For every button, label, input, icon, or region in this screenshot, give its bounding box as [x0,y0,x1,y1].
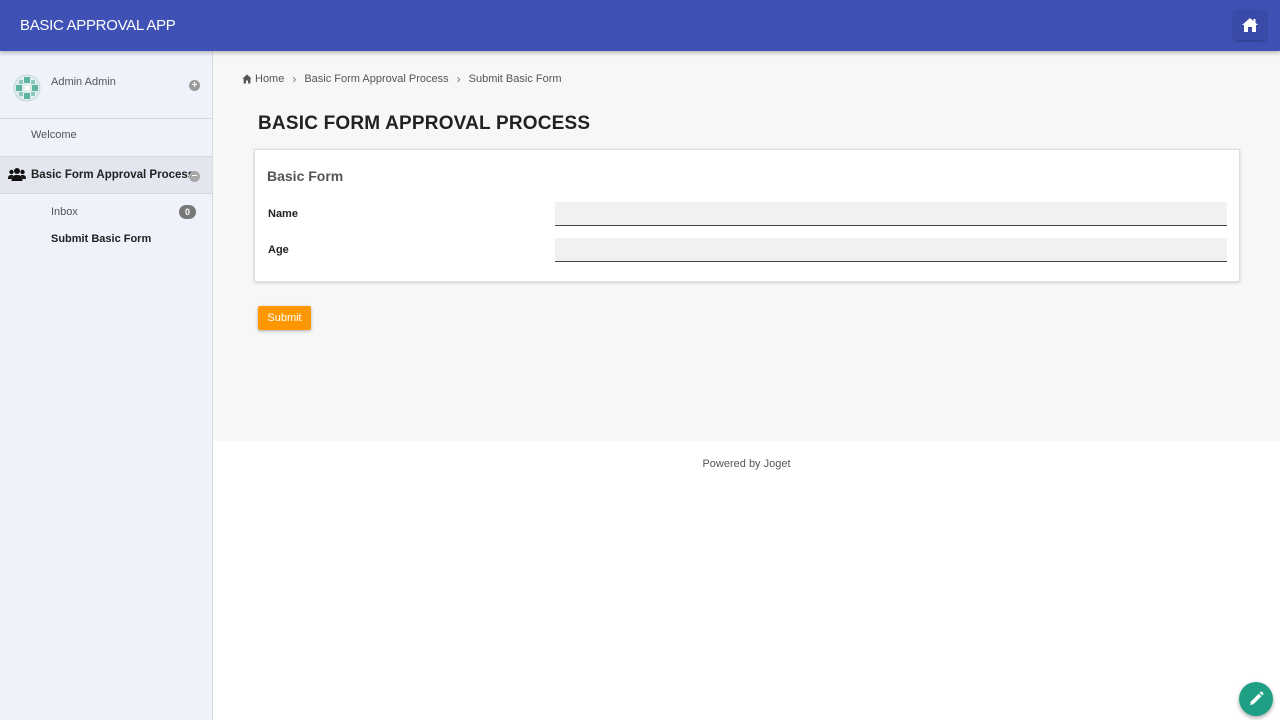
chevron-right-icon: › [456,72,461,86]
home-icon [242,74,252,84]
form-title: Basic Form [267,168,344,184]
avatar[interactable] [13,74,41,102]
breadcrumb-home[interactable]: Home [255,73,284,85]
page-title: BASIC FORM APPROVAL PROCESS [258,113,591,134]
home-button[interactable] [1234,10,1266,40]
sidebar-item-inbox[interactable]: Inbox [51,206,78,218]
edit-button[interactable] [1239,682,1273,716]
sidebar: Admin Admin + Welcome Basic Form Approva… [0,51,213,720]
minus-circle-icon[interactable]: – [189,171,200,182]
name-label: Name [268,208,298,220]
home-icon [1242,18,1258,32]
pencil-icon [1250,691,1264,705]
chevron-right-icon: › [292,72,297,86]
app-title[interactable]: BASIC APPROVAL APP [20,17,176,34]
submit-button[interactable]: Submit [258,306,311,330]
user-name[interactable]: Admin Admin [51,76,116,88]
basic-form-card: Basic Form Name Age [254,149,1240,282]
user-profile: Admin Admin + [0,51,212,119]
sidebar-group-basic-form-approval-process[interactable]: Basic Form Approval Process – [0,156,212,194]
breadcrumb-submit-basic-form: Submit Basic Form [468,73,562,85]
age-label: Age [268,244,289,256]
sidebar-group-label: Basic Form Approval Process [31,169,195,181]
users-icon [8,168,26,181]
name-input[interactable] [555,202,1227,226]
top-header: BASIC APPROVAL APP [0,0,1280,51]
breadcrumb: Home › Basic Form Approval Process › Sub… [242,72,562,86]
main-content: Home › Basic Form Approval Process › Sub… [213,51,1280,441]
sidebar-item-welcome[interactable]: Welcome [31,129,77,141]
inbox-count-badge: 0 [179,205,196,219]
breadcrumb-basic-form-approval-process[interactable]: Basic Form Approval Process [304,73,448,85]
plus-circle-icon[interactable]: + [189,80,200,91]
footer-powered-by: Powered by Joget [702,458,791,470]
age-input[interactable] [555,238,1227,262]
sidebar-item-submit-basic-form[interactable]: Submit Basic Form [51,233,151,245]
